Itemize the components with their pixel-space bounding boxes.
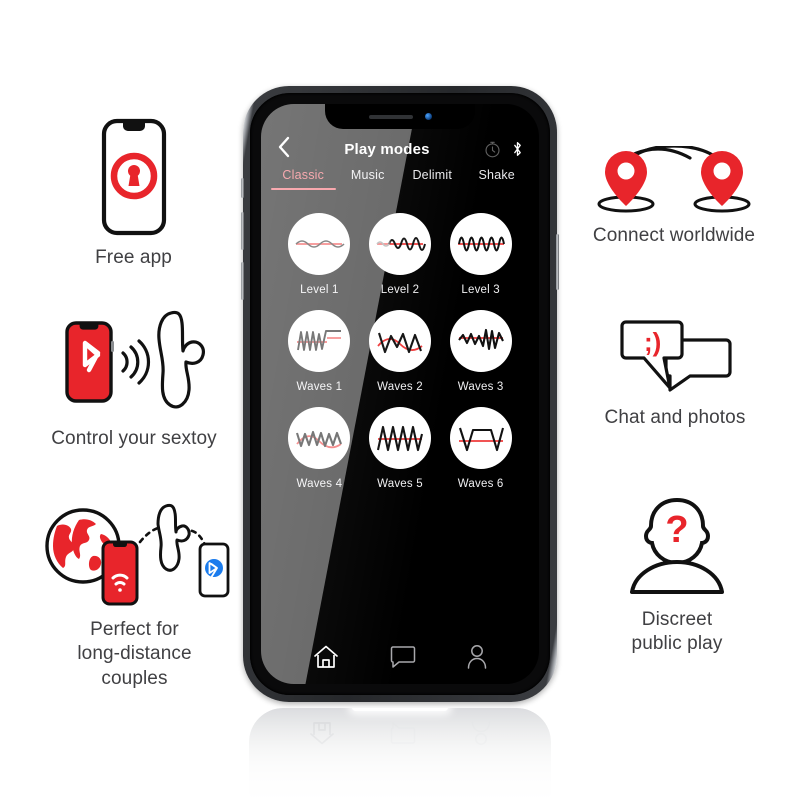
waveform-waves-1-icon — [288, 310, 351, 372]
tab-label: Classic — [282, 168, 325, 182]
phone-mockup: Play modes Classic Music Delimit Shake L… — [241, 86, 559, 702]
bluetooth-icon[interactable] — [512, 140, 523, 158]
notch — [325, 104, 475, 129]
mute-switch[interactable] — [241, 178, 244, 198]
feature-caption: Discreet public play — [631, 609, 723, 655]
nav-chat[interactable] — [390, 645, 416, 669]
feature-caption: Perfect for long-distance couples — [77, 619, 192, 689]
volume-up-button[interactable] — [241, 212, 244, 250]
mode-level-2[interactable]: Level 2 — [360, 213, 441, 296]
mode-label: Level 1 — [300, 284, 339, 296]
tab-label: Delimit — [412, 168, 453, 182]
back-button[interactable] — [277, 136, 303, 158]
tab-music[interactable]: Music — [336, 168, 401, 197]
phone-screen: Play modes Classic Music Delimit Shake L… — [261, 104, 539, 684]
feature-caption: Control your sextoy — [51, 428, 217, 449]
feature-chat-photos: ;) Chat and photos — [584, 318, 766, 430]
home-icon-reflection — [310, 722, 334, 745]
mode-label: Level 2 — [380, 284, 420, 296]
mode-level-1[interactable]: Level 1 — [279, 213, 360, 296]
feature-caption: Free app — [95, 247, 172, 268]
home-icon — [314, 645, 338, 668]
mode-label: Waves 6 — [457, 478, 504, 490]
waveform-waves-3-icon — [449, 310, 512, 372]
waveform-level-2-icon — [368, 213, 431, 275]
person-question-icon: ? — [621, 496, 733, 598]
tab-delimit[interactable]: Delimit — [400, 168, 465, 197]
page-title: Play modes — [344, 141, 430, 158]
phone-bezel: Play modes Classic Music Delimit Shake L… — [250, 93, 550, 695]
reflection-sheen — [352, 708, 448, 711]
bottom-navigation — [261, 644, 539, 670]
tab-underline — [400, 188, 465, 190]
tab-underline — [465, 188, 530, 190]
feature-long-distance: Perfect for long-distance couples — [22, 498, 247, 691]
waveform-level-1-icon — [288, 213, 351, 275]
reflection-nav — [249, 720, 551, 746]
globe-phone-toy-icon — [35, 498, 235, 608]
nav-home[interactable] — [312, 644, 340, 670]
mode-waves-4[interactable]: Waves 4 — [279, 407, 360, 490]
waveform-waves-2-icon — [368, 310, 431, 372]
feature-control-sextoy: Control your sextoy — [28, 305, 240, 451]
tab-label: Music — [350, 168, 385, 182]
mode-waves-2[interactable]: Waves 2 — [360, 310, 441, 393]
chat-icon — [390, 646, 416, 668]
tab-label: Shake — [478, 168, 515, 182]
tab-underline — [336, 188, 401, 190]
feature-connect-worldwide: Connect worldwide — [568, 146, 780, 248]
play-mode-grid: Level 1 Level 2 Level 3 Waves 1 Waves 2 … — [261, 197, 539, 490]
waveform-level-3-icon — [449, 213, 512, 275]
front-camera-dot — [424, 113, 432, 120]
profile-icon — [467, 645, 487, 669]
mode-waves-3[interactable]: Waves 3 — [440, 310, 521, 393]
bluetooth-phone-toy-icon — [49, 305, 219, 417]
mode-label: Level 3 — [461, 284, 500, 296]
timer-icon[interactable] — [484, 141, 501, 158]
waveform-waves-5-icon — [368, 407, 431, 469]
question-mark-glyph: ? — [665, 509, 688, 551]
earpiece-speaker — [368, 114, 413, 119]
feature-free-app: Free app — [36, 118, 231, 270]
tab-shake[interactable]: Shake — [465, 168, 530, 197]
mode-label: Waves 4 — [296, 478, 343, 490]
two-map-pins-icon — [593, 146, 755, 214]
phone-reflection — [243, 708, 557, 800]
speech-bubbles-wink-icon: ;) — [614, 318, 736, 396]
reflection-body — [249, 708, 551, 800]
nav-profile[interactable] — [466, 644, 488, 670]
feature-caption: Connect worldwide — [592, 225, 756, 246]
mode-label: Waves 5 — [377, 478, 423, 490]
profile-icon-reflection — [471, 721, 491, 745]
mode-waves-6[interactable]: Waves 6 — [440, 407, 521, 490]
mode-label: Waves 1 — [296, 381, 343, 393]
feature-discreet-play: ? Discreet public play — [592, 496, 762, 657]
phone-frame: Play modes Classic Music Delimit Shake L… — [241, 86, 559, 702]
chat-icon-reflection — [390, 722, 416, 744]
mode-label: Waves 2 — [377, 381, 423, 393]
mode-level-3[interactable]: Level 3 — [440, 213, 521, 296]
header-actions — [471, 140, 523, 158]
mode-waves-1[interactable]: Waves 1 — [279, 310, 360, 393]
tab-underline — [271, 188, 336, 190]
volume-down-button[interactable] — [241, 262, 244, 300]
feature-caption: Chat and photos — [604, 407, 746, 428]
phone-with-lock-icon — [101, 118, 167, 236]
promo-page: Free app Control your sextoy Perfect for… — [0, 0, 800, 800]
waveform-waves-6-icon — [449, 407, 512, 469]
mode-label: Waves 3 — [457, 381, 504, 393]
chevron-left-icon — [278, 136, 290, 158]
waveform-waves-4-icon — [288, 407, 351, 469]
tab-classic[interactable]: Classic — [271, 168, 336, 197]
power-button[interactable] — [556, 234, 559, 290]
mode-waves-5[interactable]: Waves 5 — [360, 407, 441, 490]
play-mode-tabs: Classic Music Delimit Shake — [261, 168, 539, 197]
wink-emoticon: ;) — [644, 327, 661, 357]
